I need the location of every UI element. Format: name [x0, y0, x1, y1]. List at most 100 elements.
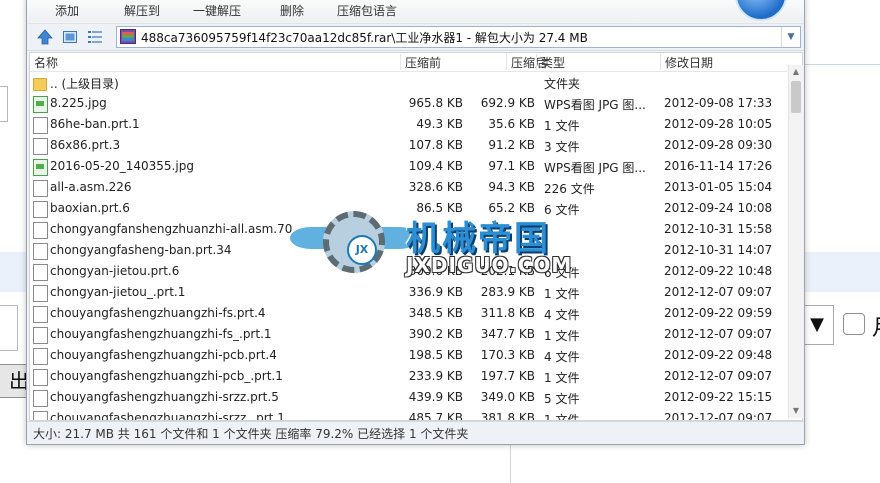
rar-archive-icon — [120, 29, 136, 44]
file-row[interactable]: .. (上级目录) 文件夹 — [30, 72, 787, 93]
file-icon — [33, 201, 48, 218]
thumbnail-view-icon[interactable] — [62, 29, 78, 45]
file-icon — [33, 390, 48, 407]
address-path: 488ca736095759f14f23c70aa12dc85f.rar\工业净… — [141, 31, 588, 45]
file-row[interactable]: chongyangfanshengzhuanzhi-all.asm.70 2012… — [30, 219, 787, 240]
file-type: WPS看图 JPG 图... — [544, 98, 646, 112]
file-size: 49.3 KB — [416, 117, 463, 131]
file-icon — [33, 243, 48, 260]
file-type: 6 文件 — [544, 203, 580, 217]
bg-input-box-top[interactable] — [0, 86, 8, 122]
file-row[interactable]: 86x86.prt.3 107.8 KB 91.2 KB 3 文件 2012-09-28… — [30, 135, 787, 156]
bg-input-box[interactable] — [0, 305, 18, 351]
file-name: chongyan-jietou.prt.6 — [50, 264, 180, 278]
file-row[interactable]: all-a.asm.226 328.6 KB 94.3 KB 226 文件 2013-0… — [30, 177, 787, 198]
file-row[interactable]: chouyangfashengzhuangzhi-fs.prt.4 348.5 K… — [30, 303, 787, 324]
file-size: 439.9 KB — [408, 390, 463, 404]
file-row[interactable]: chouyangfashengzhuangzhi-fs_.prt.1 390.2 … — [30, 324, 787, 345]
file-row[interactable]: chouyangfashengzhuangzhi-pcb.prt.4 198.5 … — [30, 345, 787, 366]
scroll-up-icon[interactable]: ▲ — [789, 65, 803, 79]
status-bar: 大小: 21.7 MB 共 161 个文件和 1 个文件夹 压缩率 79.2% … — [27, 421, 804, 444]
file-size: 109.4 KB — [408, 159, 463, 173]
bg-dropdown[interactable]: ▼ — [800, 305, 834, 345]
file-type: 1 文件 — [544, 119, 580, 133]
delete-button[interactable]: 删除 — [280, 2, 304, 19]
archive-window: 添加 解压到 一键解压 删除 压缩包语言 488ca736095759f14f2… — [26, 0, 805, 445]
file-icon — [33, 285, 48, 302]
file-icon — [33, 117, 48, 134]
archive-language-button[interactable]: 压缩包语言 — [337, 2, 397, 19]
list-view-icon[interactable] — [87, 29, 103, 45]
file-size: 348.5 KB — [408, 306, 463, 320]
file-modified: 2012-09-28 09:30 — [664, 138, 773, 152]
file-size: 107.8 KB — [408, 138, 463, 152]
column-modified[interactable]: 修改日期 — [660, 54, 789, 70]
file-name: .. (上级目录) — [50, 77, 119, 91]
folder-icon — [33, 78, 47, 91]
file-row[interactable]: chouyangfashengzhuangzhi-srzz.prt.5 439.9… — [30, 387, 787, 408]
file-size: 300.0 KB — [408, 264, 463, 278]
file-modified: 2012-09-24 10:08 — [664, 201, 773, 215]
file-size: 328.6 KB — [408, 180, 463, 194]
vertical-scrollbar[interactable]: ▲ ▼ — [788, 65, 803, 418]
file-name: chouyangfashengzhuangzhi-pcb.prt.4 — [50, 348, 277, 362]
file-name: 86he-ban.prt.1 — [50, 117, 140, 131]
chevron-down-icon[interactable]: ▼ — [781, 27, 800, 47]
bg-checkbox[interactable] — [843, 313, 865, 335]
column-size[interactable]: 压缩前 — [400, 54, 471, 70]
file-name: chongyan-jietou_.prt.1 — [50, 285, 186, 299]
one-click-extract-button[interactable]: 一键解压 — [193, 2, 241, 19]
file-name: 2016-05-20_140355.jpg — [50, 159, 194, 173]
file-name: chouyangfashengzhuangzhi-pcb_.prt.1 — [50, 369, 283, 383]
add-button[interactable]: 添加 — [55, 2, 79, 19]
file-row[interactable]: chongyangfasheng-ban.prt.34 2012-10-31 14… — [30, 240, 787, 261]
file-modified: 2012-09-22 10:48 — [664, 264, 773, 278]
scroll-thumb[interactable] — [791, 81, 801, 113]
file-packed-size: 347.7 KB — [480, 327, 535, 341]
file-modified: 2012-12-07 09:07 — [664, 327, 773, 341]
file-row[interactable]: chongyan-jietou.prt.6 300.0 KB 202.1 KB 6 文… — [30, 261, 787, 282]
app-logo-icon — [735, 0, 787, 21]
file-modified: 2012-12-07 09:07 — [664, 285, 773, 299]
list-header: 名称 压缩前 压缩后 类型 修改日期 — [30, 53, 787, 72]
file-row[interactable]: chongyan-jietou_.prt.1 336.9 KB 283.9 KB 1 … — [30, 282, 787, 303]
file-type: 4 文件 — [544, 308, 580, 322]
file-size: 336.9 KB — [408, 285, 463, 299]
file-row[interactable]: 86he-ban.prt.1 49.3 KB 35.6 KB 1 文件 2012-09-… — [30, 114, 787, 135]
image-file-icon — [33, 96, 48, 113]
file-row[interactable]: baoxian.prt.6 86.5 KB 65.2 KB 6 文件 2012-09-2… — [30, 198, 787, 219]
address-field[interactable]: 488ca736095759f14f23c70aa12dc85f.rar\工业净… — [116, 26, 801, 48]
file-name: all-a.asm.226 — [50, 180, 132, 194]
file-icon — [33, 222, 48, 239]
file-packed-size: 97.1 KB — [488, 159, 535, 173]
file-packed-size: 35.6 KB — [488, 117, 535, 131]
file-icon — [33, 264, 48, 281]
file-packed-size: 65.2 KB — [488, 201, 535, 215]
status-text: 大小: 21.7 MB 共 161 个文件和 1 个文件夹 压缩率 79.2% … — [33, 427, 469, 441]
file-icon — [33, 348, 48, 365]
file-icon — [33, 411, 48, 420]
file-row[interactable]: 2016-05-20_140355.jpg 109.4 KB 97.1 KB WPS看… — [30, 156, 787, 177]
bg-divider-v — [510, 443, 511, 483]
file-row[interactable]: 8.225.jpg 965.8 KB 692.9 KB WPS看图 JPG 图... 2… — [30, 93, 787, 114]
file-icon — [33, 138, 48, 155]
file-type: 1 文件 — [544, 413, 580, 420]
extract-to-button[interactable]: 解压到 — [124, 2, 160, 19]
file-type: 226 文件 — [544, 182, 595, 196]
file-icon — [33, 327, 48, 344]
column-name[interactable]: 名称 — [30, 54, 399, 70]
up-arrow-icon[interactable] — [37, 29, 53, 45]
file-packed-size: 94.3 KB — [488, 180, 535, 194]
file-name: chouyangfashengzhuangzhi-srzz.prt.5 — [50, 390, 279, 404]
file-type: 6 文件 — [544, 266, 580, 280]
file-packed-size: 311.8 KB — [480, 306, 535, 320]
scroll-down-icon[interactable]: ▼ — [789, 404, 803, 418]
file-size: 965.8 KB — [408, 96, 463, 110]
file-modified: 2012-09-08 17:33 — [664, 96, 773, 110]
file-modified: 2016-11-14 17:26 — [664, 159, 773, 173]
file-row[interactable]: chouyangfashengzhuangzhi-srzz_.prt.1 485.… — [30, 408, 787, 420]
file-type: 5 文件 — [544, 392, 580, 406]
address-bar: 488ca736095759f14f23c70aa12dc85f.rar\工业净… — [27, 23, 804, 51]
column-type[interactable]: 类型 — [536, 54, 656, 70]
file-row[interactable]: chouyangfashengzhuangzhi-pcb_.prt.1 233.9… — [30, 366, 787, 387]
